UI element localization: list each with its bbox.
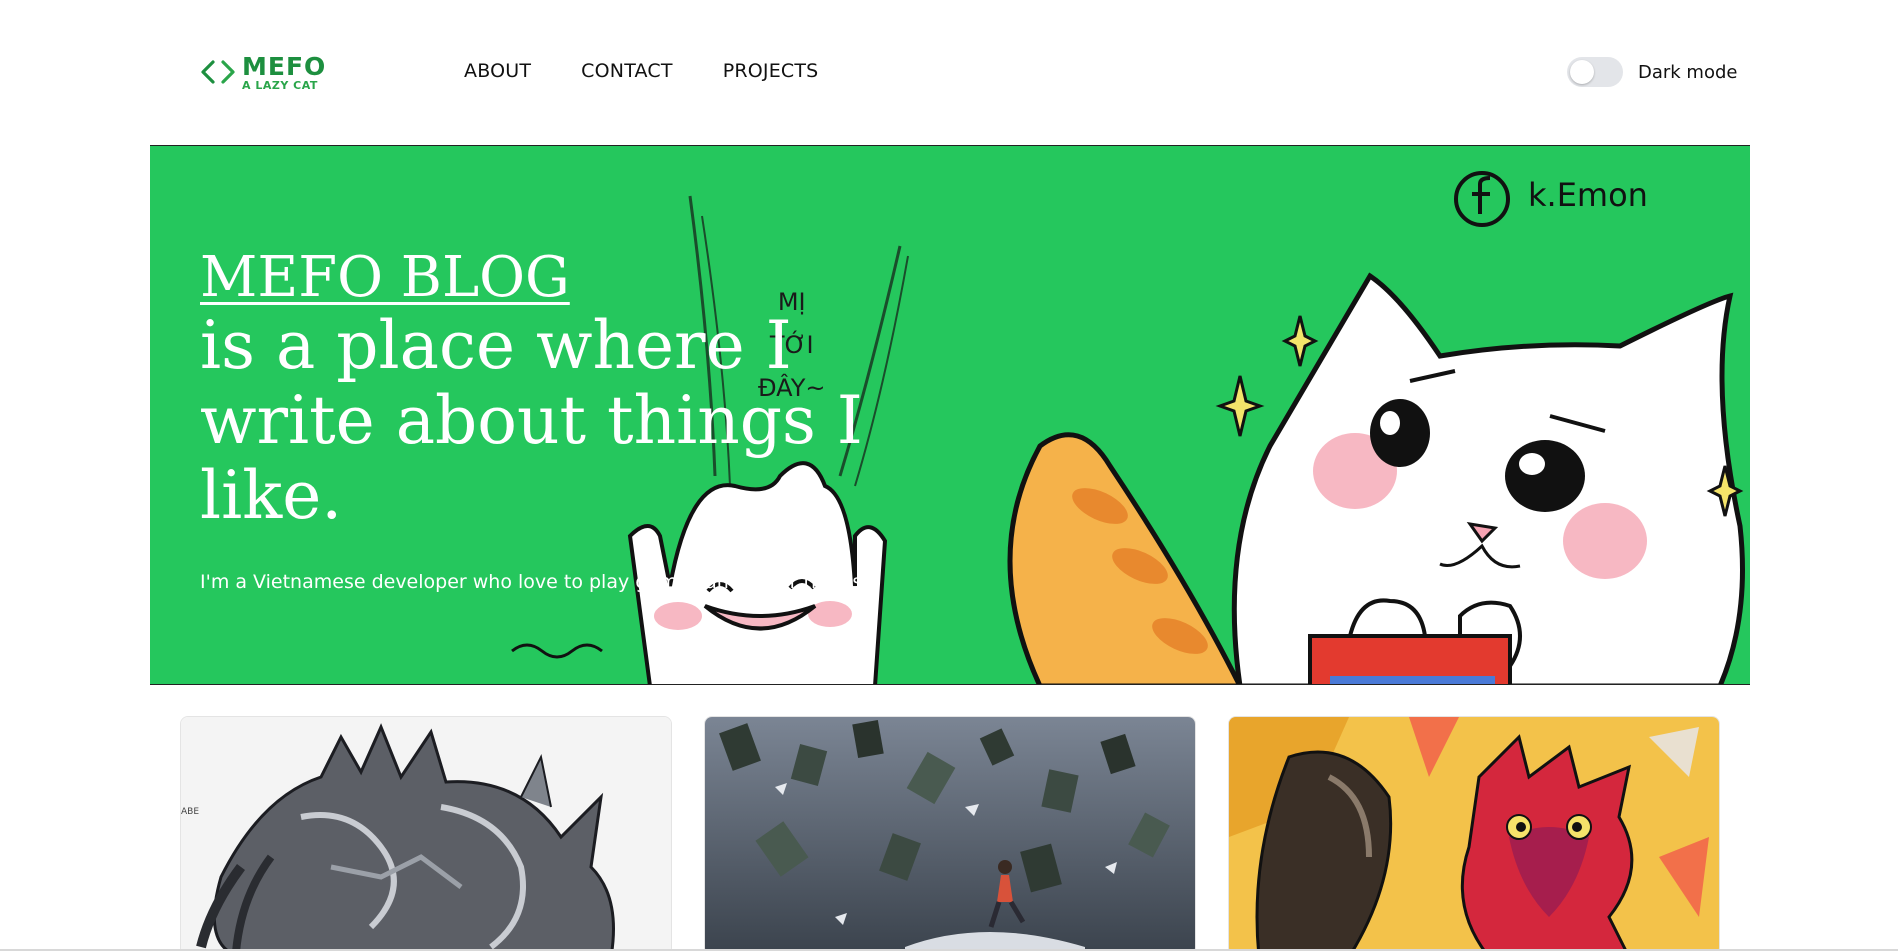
post-card[interactable]: ABE <box>180 716 672 951</box>
site-logo[interactable]: MEFO A LAZY CAT <box>200 52 326 92</box>
site-header: MEFO A LAZY CAT ABOUT CONTACT PROJECTS D… <box>0 0 1898 145</box>
flying-books-image <box>705 717 1195 951</box>
card-image-text: ABE <box>181 807 200 817</box>
hero-text: MEFO BLOG is a place where I write about… <box>200 246 920 594</box>
nav-link-projects[interactable]: PROJECTS <box>723 60 819 82</box>
nav-link-about[interactable]: ABOUT <box>464 60 531 82</box>
red-creature-image <box>1229 717 1719 951</box>
post-cards: ABE <box>180 716 1720 951</box>
post-card[interactable] <box>704 716 1196 951</box>
armored-monster-image <box>181 717 671 951</box>
artist-signature: k.Emon <box>1528 176 1648 214</box>
code-brackets-icon <box>201 60 235 84</box>
hero-banner: k.Emon MỊ TỚI ĐÂY~ MEFO BLOG is a place … <box>150 145 1750 685</box>
switch-knob <box>1570 60 1594 84</box>
hero-title-link[interactable]: MEFO BLOG <box>200 246 570 310</box>
main-nav: ABOUT CONTACT PROJECTS <box>464 60 818 82</box>
dark-mode-label: Dark mode <box>1638 61 1738 83</box>
logo-subtitle: A LAZY CAT <box>242 78 318 92</box>
post-card[interactable] <box>1228 716 1720 951</box>
dark-mode-switch[interactable] <box>1567 57 1623 87</box>
logo-title: MEFO <box>242 51 327 81</box>
dark-mode-toggle[interactable]: Dark mode <box>1567 57 1737 87</box>
hero-description: I'm a Vietnamese developer who love to p… <box>200 571 869 593</box>
nav-link-contact[interactable]: CONTACT <box>581 60 673 82</box>
hero-headline: is a place where I write about things I … <box>200 307 863 534</box>
